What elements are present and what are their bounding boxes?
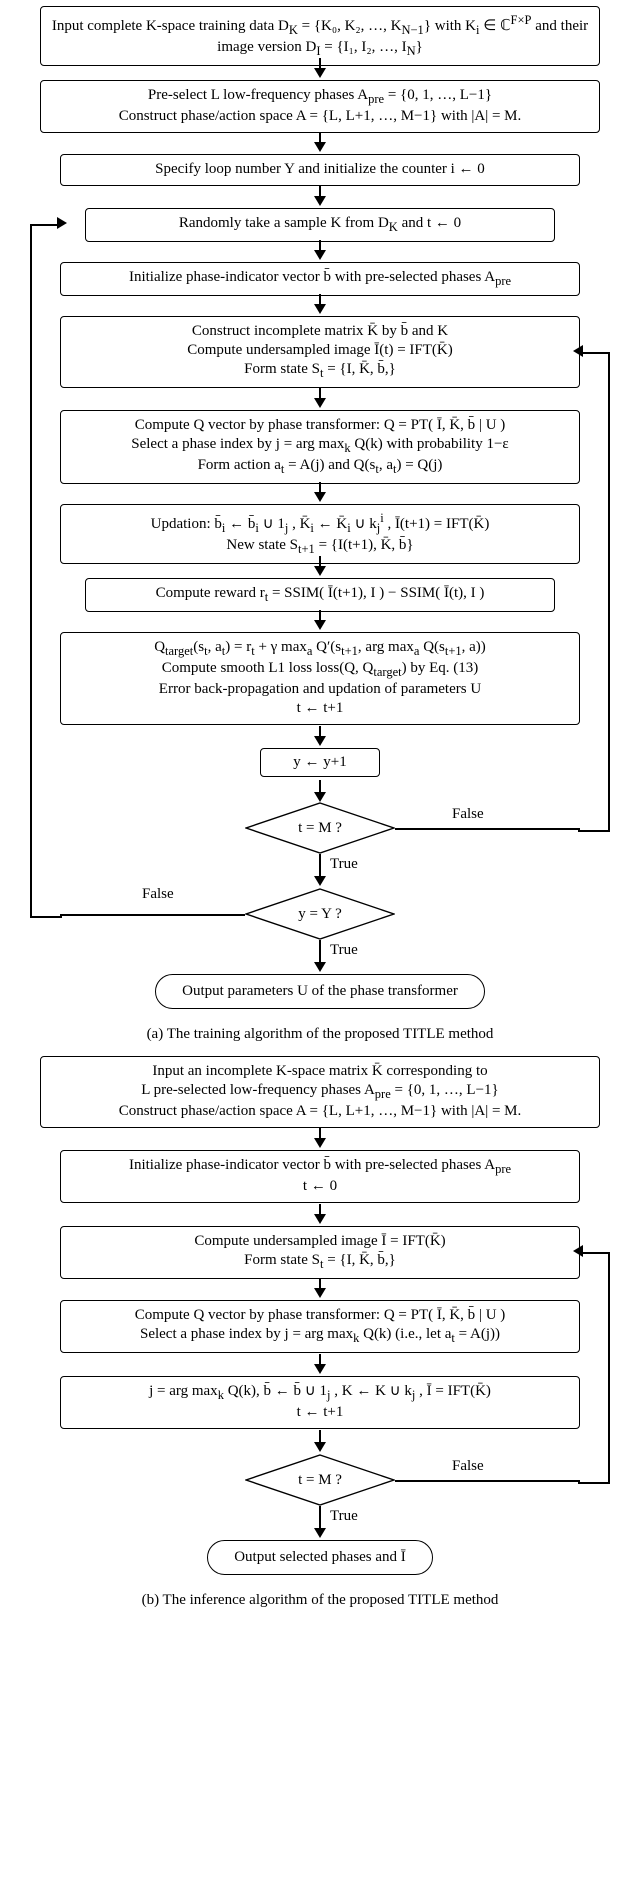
train-output-terminal: Output parameters U of the phase transfo… <box>155 974 485 1009</box>
train-sample-box: Randomly take a sample K from DK and t ←… <box>85 208 555 242</box>
train-input-box: Input complete K-space training data DK … <box>40 6 600 66</box>
infer-cond-false-label: False <box>450 1458 486 1475</box>
train-cond2-true-label: True <box>328 942 360 959</box>
train-update-box: Updation: b̄i ← b̄i ∪ 1j , K̄i ← K̄i ∪ k… <box>60 504 580 564</box>
infer-cond-diamond: t = M ? <box>245 1454 395 1506</box>
train-yinc-box: y ← y+1 <box>260 748 380 777</box>
train-cond1-true-label: True <box>328 856 360 873</box>
infer-caption: (b) The inference algorithm of the propo… <box>10 1584 630 1623</box>
train-caption: (a) The training algorithm of the propos… <box>10 1018 630 1057</box>
train-loopinit-box: Specify loop number Y and initialize the… <box>60 154 580 186</box>
inference-flowchart: Input an incomplete K-space matrix K̄ co… <box>30 1056 610 1676</box>
train-reward-box: Compute reward rt = SSIM( Ī(t+1), I ) − … <box>85 578 555 612</box>
train-preselect-box: Pre-select L low-frequency phases Apre =… <box>40 80 600 133</box>
infer-qvec-box: Compute Q vector by phase transformer: Q… <box>60 1300 580 1353</box>
infer-update-box: j = arg maxk Q(k), b̄ ← b̄ ∪ 1j , K ← K … <box>60 1376 580 1429</box>
train-target-box: Qtarget(st, at) = rt + γ maxa Q′(st+1, a… <box>60 632 580 725</box>
train-construct-box: Construct incomplete matrix K̄ by b̄ and… <box>60 316 580 388</box>
train-cond2-diamond: y = Y ? <box>245 888 395 940</box>
infer-input-box: Input an incomplete K-space matrix K̄ co… <box>40 1056 600 1128</box>
train-cond2-false-label: False <box>140 886 176 903</box>
train-qvec-box: Compute Q vector by phase transformer: Q… <box>60 410 580 484</box>
infer-state-box: Compute undersampled image Ī = IFT(K̄)Fo… <box>60 1226 580 1279</box>
training-flowchart: Input complete K-space training data DK … <box>30 6 610 1236</box>
train-initb-box: Initialize phase-indicator vector b̄ wit… <box>60 262 580 296</box>
infer-initb-box: Initialize phase-indicator vector b̄ wit… <box>60 1150 580 1203</box>
train-cond1-false-label: False <box>450 806 486 823</box>
train-cond1-diamond: t = M ? <box>245 802 395 854</box>
infer-cond-true-label: True <box>328 1508 360 1525</box>
infer-output-terminal: Output selected phases and Ī <box>207 1540 433 1575</box>
